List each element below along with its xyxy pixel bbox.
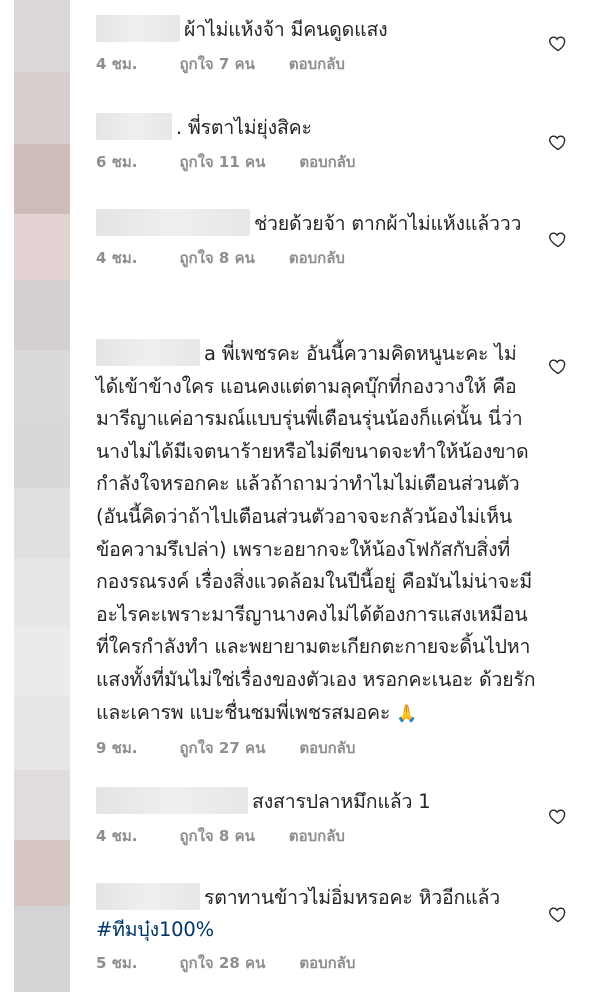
comment-item: . พี่รตาไม่ยุ่งสิคะ 6 ชม. ถูกใจ 11 คน ตอ… (96, 112, 536, 174)
comment-text: ช่วยด้วยจ้า ตากผ้าไม่แห้งแล้ววว (96, 208, 532, 240)
reply-button[interactable]: ตอบกลับ (299, 736, 355, 760)
blurred-avatar-column (14, 0, 70, 992)
reply-button[interactable]: ตอบกลับ (289, 246, 345, 270)
comment-time: 4 ชม. (96, 826, 138, 845)
like-count[interactable]: ถูกใจ 11 คน (179, 150, 265, 174)
comment-meta: 4 ชม. ถูกใจ 8 คน ตอบกลับ (96, 824, 536, 848)
comment-item: a พี่เพชรคะ อันนี้ความคิดหนูนะคะ ไม่ได้เ… (96, 338, 536, 760)
reply-button[interactable]: ตอบกลับ (289, 824, 345, 848)
like-count[interactable]: ถูกใจ 27 คน (179, 736, 265, 760)
heart-outline-icon[interactable] (548, 904, 568, 924)
comment-time: 9 ชม. (96, 739, 138, 758)
comment-item: ช่วยด้วยจ้า ตากผ้าไม่แห้งแล้ววว 4 ชม. ถู… (96, 208, 536, 270)
comment-text: สงสารปลาหมึกแล้ว 1 (96, 786, 536, 818)
heart-outline-icon[interactable] (548, 356, 568, 376)
comment-item: ผ้าไม่แห้งจ้า มีคนดูดแสง 4 ชม. ถูกใจ 7 ค… (96, 14, 536, 76)
comment-meta: 9 ชม. ถูกใจ 27 คน ตอบกลับ (96, 736, 536, 760)
heart-outline-icon[interactable] (548, 33, 568, 53)
comment-meta: 4 ชม. ถูกใจ 8 คน ตอบกลับ (96, 246, 536, 270)
comment-text: a พี่เพชรคะ อันนี้ความคิดหนูนะคะ ไม่ได้เ… (96, 338, 536, 730)
like-count[interactable]: ถูกใจ 8 คน (179, 824, 254, 848)
comment-time: 5 ชม. (96, 954, 138, 972)
comment-time: 4 ชม. (96, 54, 138, 73)
blurred-username[interactable] (96, 339, 200, 366)
reply-button[interactable]: ตอบกลับ (299, 951, 355, 975)
reply-button[interactable]: ตอบกลับ (299, 150, 355, 174)
reply-button[interactable]: ตอบกลับ (289, 52, 345, 76)
heart-outline-icon[interactable] (548, 132, 568, 152)
heart-outline-icon[interactable] (548, 229, 568, 249)
comment-item: รตาทานข้าวไม่อิ่มหรอคะ หิวอีกแล้ว #ทีมบุ… (96, 882, 536, 975)
praying-hands-icon: 🙏 (396, 703, 418, 724)
blurred-username[interactable] (96, 15, 180, 42)
comment-meta: 4 ชม. ถูกใจ 7 คน ตอบกลับ (96, 52, 536, 76)
comment-meta: 5 ชม. ถูกใจ 28 คน ตอบกลับ (96, 951, 536, 975)
comment-time: 6 ชม. (96, 152, 138, 171)
comment-text: ผ้าไม่แห้งจ้า มีคนดูดแสง (96, 14, 536, 46)
like-count[interactable]: ถูกใจ 28 คน (179, 951, 265, 975)
comment-text: . พี่รตาไม่ยุ่งสิคะ (96, 112, 536, 144)
blurred-username[interactable] (96, 787, 248, 814)
blurred-username[interactable] (96, 883, 200, 910)
comment-meta: 6 ชม. ถูกใจ 11 คน ตอบกลับ (96, 150, 536, 174)
blurred-username[interactable] (96, 209, 250, 236)
comment-text: รตาทานข้าวไม่อิ่มหรอคะ หิวอีกแล้ว #ทีมบุ… (96, 882, 506, 945)
like-count[interactable]: ถูกใจ 7 คน (179, 52, 254, 76)
comment-time: 4 ชม. (96, 248, 138, 267)
comment-item: สงสารปลาหมึกแล้ว 1 4 ชม. ถูกใจ 8 คน ตอบก… (96, 786, 536, 848)
hashtag-link[interactable]: #ทีมบุ๋ง100% (96, 918, 214, 941)
blurred-username[interactable] (96, 113, 172, 140)
heart-outline-icon[interactable] (548, 806, 568, 826)
like-count[interactable]: ถูกใจ 8 คน (179, 246, 254, 270)
